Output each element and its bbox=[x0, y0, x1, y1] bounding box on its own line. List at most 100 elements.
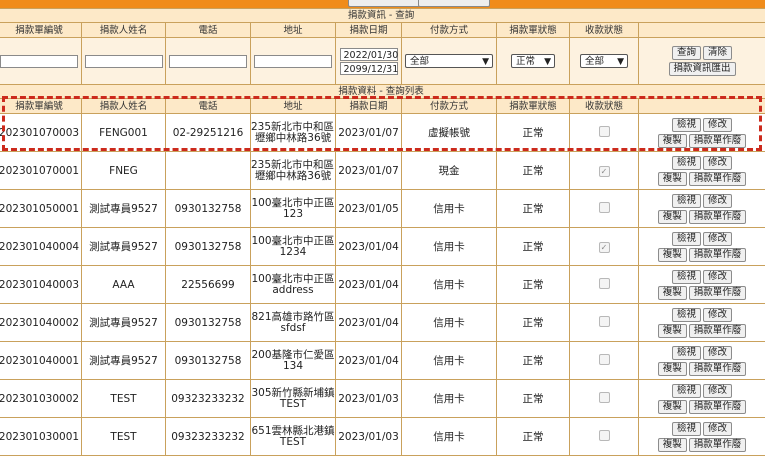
copy-button[interactable]: 複製 bbox=[657, 209, 687, 224]
donation-no: 202301070003 bbox=[0, 113, 82, 152]
received-select[interactable]: 全部 ▼ bbox=[580, 54, 628, 68]
payment-method: 信用卡 bbox=[401, 227, 497, 266]
payment-method: 信用卡 bbox=[401, 417, 497, 456]
address-input[interactable] bbox=[254, 54, 332, 68]
payment-select[interactable]: 全部 ▼ bbox=[405, 54, 493, 68]
copy-button[interactable]: 複製 bbox=[657, 361, 687, 376]
col-header-address: 地址 bbox=[250, 98, 336, 114]
donation-status: 正常 bbox=[496, 341, 570, 380]
void-donation-button[interactable]: 捐款單作廢 bbox=[688, 247, 747, 262]
received-checkbox[interactable] bbox=[598, 201, 610, 213]
row-actions: 檢視 修改複製 捐款單作廢 bbox=[637, 113, 765, 152]
edit-button[interactable]: 修改 bbox=[703, 269, 733, 284]
edit-button[interactable]: 修改 bbox=[703, 155, 733, 170]
copy-button[interactable]: 複製 bbox=[657, 247, 687, 262]
view-button[interactable]: 檢視 bbox=[672, 421, 702, 436]
address-line-1: 100臺北市中正區 bbox=[251, 196, 335, 209]
donor-name: FENG001 bbox=[81, 113, 166, 152]
payment-method: 信用卡 bbox=[401, 341, 497, 380]
col-header-payment: 付款方式 bbox=[401, 22, 497, 38]
donation-no: 202301050001 bbox=[0, 189, 82, 228]
edit-button[interactable]: 修改 bbox=[703, 345, 733, 360]
table-row: 202301040001 測試專員9527 0930132758 200基隆市仁愛區 1… bbox=[0, 341, 765, 380]
phone: 09323233232 bbox=[165, 417, 251, 456]
view-button[interactable]: 檢視 bbox=[672, 383, 702, 398]
received-checkbox[interactable] bbox=[598, 277, 610, 289]
row-actions: 檢視 修改複製 捐款單作廢 bbox=[637, 341, 765, 380]
list-header-row: 捐款單編號 捐款人姓名 電話 地址 捐款日期 付款方式 捐款單狀態 收款狀態 bbox=[0, 98, 765, 114]
void-donation-button[interactable]: 捐款單作廢 bbox=[688, 209, 747, 224]
donation-date: 2023/01/04 bbox=[335, 341, 402, 380]
address-line-1: 100臺北市中正區 bbox=[251, 272, 335, 285]
edit-button[interactable]: 修改 bbox=[703, 421, 733, 436]
address-line-2: TEST bbox=[279, 435, 307, 448]
address-line-2: sfdsf bbox=[280, 321, 306, 334]
void-donation-button[interactable]: 捐款單作廢 bbox=[688, 285, 747, 300]
view-button[interactable]: 檢視 bbox=[672, 117, 702, 132]
donation-date: 2023/01/07 bbox=[335, 113, 402, 152]
void-donation-button[interactable]: 捐款單作廢 bbox=[688, 399, 747, 414]
received-checkbox[interactable] bbox=[598, 429, 610, 441]
donation-no: 202301040002 bbox=[0, 303, 82, 342]
copy-button[interactable]: 複製 bbox=[657, 171, 687, 186]
chevron-down-icon: ▼ bbox=[482, 57, 489, 67]
col-header-payment: 付款方式 bbox=[401, 98, 497, 114]
address: 235新北市中和區內 壢鄉中林路36號 bbox=[250, 151, 336, 190]
received-checkbox[interactable]: ✓ bbox=[598, 241, 610, 253]
col-header-donation-no: 捐款單編號 bbox=[0, 22, 82, 38]
top-button-2[interactable] bbox=[418, 0, 490, 7]
received-cell bbox=[569, 417, 639, 456]
address-line-2: 壢鄉中林路36號 bbox=[254, 169, 332, 182]
received-checkbox[interactable] bbox=[598, 353, 610, 365]
edit-button[interactable]: 修改 bbox=[703, 383, 733, 398]
void-donation-button[interactable]: 捐款單作廢 bbox=[688, 361, 747, 376]
date-from-input[interactable]: 2022/01/30 bbox=[339, 47, 398, 61]
received-checkbox[interactable] bbox=[598, 125, 610, 137]
copy-button[interactable]: 複製 bbox=[657, 133, 687, 148]
received-checkbox[interactable] bbox=[598, 391, 610, 403]
address-line-1: 235新北市中和區內 bbox=[251, 120, 336, 133]
query-button[interactable]: 查詢 bbox=[672, 46, 702, 60]
edit-button[interactable]: 修改 bbox=[703, 193, 733, 208]
status-select[interactable]: 正常 ▼ bbox=[511, 54, 555, 68]
donor-name-input[interactable] bbox=[84, 54, 163, 68]
void-donation-button[interactable]: 捐款單作廢 bbox=[688, 437, 747, 452]
export-button[interactable]: 捐款資訊匯出 bbox=[668, 62, 736, 76]
view-button[interactable]: 檢視 bbox=[672, 345, 702, 360]
void-donation-button[interactable]: 捐款單作廢 bbox=[688, 133, 747, 148]
date-to-input[interactable]: 2099/12/31 bbox=[339, 61, 398, 75]
donor-name: AAA bbox=[81, 265, 166, 304]
view-button[interactable]: 檢視 bbox=[672, 307, 702, 322]
donor-name: 測試專員9527 bbox=[81, 303, 166, 342]
edit-button[interactable]: 修改 bbox=[703, 307, 733, 322]
received-checkbox[interactable] bbox=[598, 315, 610, 327]
view-button[interactable]: 檢視 bbox=[672, 193, 702, 208]
col-header-actions bbox=[637, 22, 765, 38]
view-button[interactable]: 檢視 bbox=[672, 155, 702, 170]
address-line-1: 821高雄市路竹區 bbox=[251, 310, 335, 323]
received-cell bbox=[569, 265, 639, 304]
clear-button[interactable]: 清除 bbox=[703, 46, 733, 60]
void-donation-button[interactable]: 捐款單作廢 bbox=[688, 323, 747, 338]
query-header-row: 捐款單編號 捐款人姓名 電話 地址 捐款日期 付款方式 捐款單狀態 收款狀態 bbox=[0, 22, 765, 38]
edit-button[interactable]: 修改 bbox=[703, 117, 733, 132]
view-button[interactable]: 檢視 bbox=[672, 269, 702, 284]
received-checkbox[interactable]: ✓ bbox=[598, 165, 610, 177]
row-actions: 檢視 修改複製 捐款單作廢 bbox=[637, 379, 765, 418]
top-button-1[interactable] bbox=[348, 0, 420, 7]
donation-no: 202301030001 bbox=[0, 417, 82, 456]
void-donation-button[interactable]: 捐款單作廢 bbox=[688, 171, 747, 186]
copy-button[interactable]: 複製 bbox=[657, 323, 687, 338]
copy-button[interactable]: 複製 bbox=[657, 399, 687, 414]
received-cell bbox=[569, 341, 639, 380]
address-line-2: TEST bbox=[279, 397, 307, 410]
view-button[interactable]: 檢視 bbox=[672, 231, 702, 246]
donation-no-input[interactable] bbox=[0, 54, 78, 68]
table-row: 202301040004 測試專員9527 0930132758 100臺北市中正區 1… bbox=[0, 227, 765, 266]
phone-input[interactable] bbox=[169, 54, 247, 68]
address-line-1: 651雲林縣北港鎮 bbox=[251, 424, 335, 437]
row-actions: 檢視 修改複製 捐款單作廢 bbox=[637, 303, 765, 342]
edit-button[interactable]: 修改 bbox=[703, 231, 733, 246]
copy-button[interactable]: 複製 bbox=[657, 285, 687, 300]
copy-button[interactable]: 複製 bbox=[657, 437, 687, 452]
